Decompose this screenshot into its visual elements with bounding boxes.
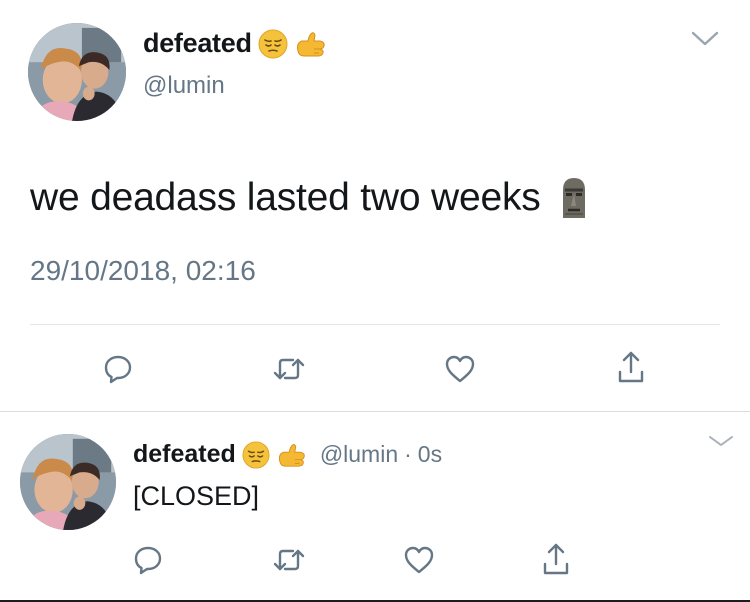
retweet-button[interactable] bbox=[270, 350, 308, 388]
share-icon bbox=[543, 543, 569, 575]
display-name-row: defeated bbox=[143, 28, 328, 59]
handle[interactable]: @lumin bbox=[320, 441, 398, 468]
call-me-hand-emoji bbox=[294, 29, 328, 59]
share-icon bbox=[618, 351, 644, 383]
divider bbox=[30, 324, 720, 325]
display-name[interactable]: defeated bbox=[133, 440, 236, 469]
tweet-separator bbox=[0, 411, 750, 412]
main-tweet: defeated @lumin we deadass lasted two we… bbox=[0, 0, 750, 412]
call-me-hand-emoji bbox=[276, 441, 308, 469]
tweet-detail-screen: defeated @lumin we deadass lasted two we… bbox=[0, 0, 750, 602]
separator-dot: · bbox=[404, 441, 412, 467]
reply-icon bbox=[104, 355, 132, 384]
relative-time: 0s bbox=[417, 441, 443, 467]
like-icon bbox=[445, 355, 475, 383]
handle[interactable]: @lumin bbox=[143, 72, 225, 100]
share-button[interactable] bbox=[612, 348, 650, 386]
chevron-down-icon[interactable] bbox=[706, 432, 736, 450]
like-icon bbox=[404, 546, 434, 574]
tweet-text-content: we deadass lasted two weeks bbox=[30, 176, 541, 219]
like-button[interactable] bbox=[441, 350, 479, 388]
pensive-face-emoji bbox=[242, 440, 270, 469]
reply-icon bbox=[134, 546, 162, 575]
avatar[interactable] bbox=[28, 23, 126, 121]
retweet-button[interactable] bbox=[270, 541, 308, 579]
retweet-icon bbox=[273, 358, 305, 380]
reply-button[interactable] bbox=[99, 350, 137, 388]
moai-emoji bbox=[557, 176, 589, 220]
timestamp: 29/10/2018, 02:16 bbox=[30, 255, 256, 286]
avatar[interactable] bbox=[20, 434, 116, 530]
pensive-face-emoji bbox=[258, 29, 288, 59]
retweet-icon bbox=[273, 549, 305, 571]
like-button[interactable] bbox=[400, 541, 438, 579]
share-button[interactable] bbox=[537, 540, 575, 578]
chevron-down-icon[interactable] bbox=[690, 28, 720, 48]
tweet-text: we deadass lasted two weeks bbox=[30, 176, 589, 220]
reply-button[interactable] bbox=[129, 541, 167, 579]
reply-text: [CLOSED] bbox=[133, 481, 260, 511]
display-name[interactable]: defeated bbox=[143, 28, 252, 59]
reply-header: defeated @lumin · 0s bbox=[133, 440, 442, 469]
